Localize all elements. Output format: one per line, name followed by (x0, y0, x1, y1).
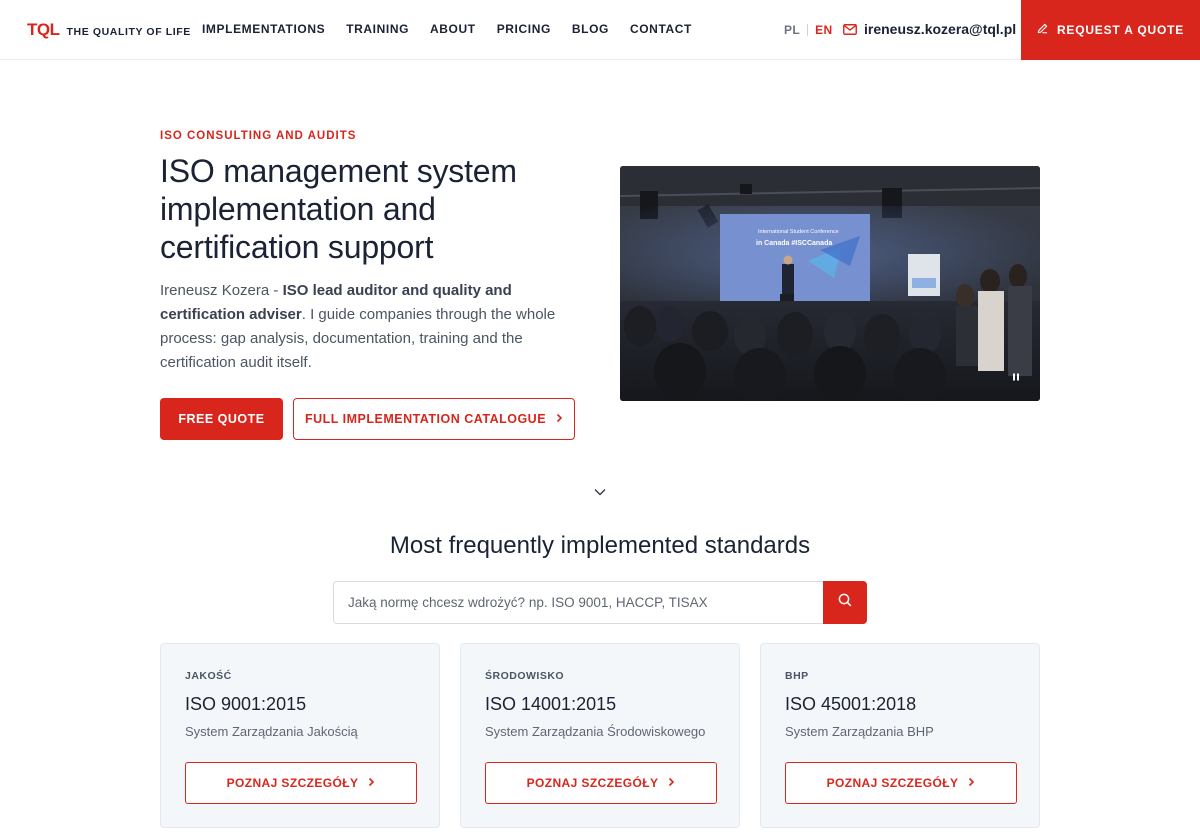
card-category: JAKOŚĆ (185, 670, 232, 682)
implementation-catalogue-button[interactable]: FULL IMPLEMENTATION CATALOGUE (293, 398, 575, 440)
card-details-button[interactable]: POZNAJ SZCZEGÓŁY (185, 762, 417, 804)
lang-en[interactable]: EN (815, 23, 832, 37)
main-nav: IMPLEMENTATIONS TRAINING ABOUT PRICING B… (202, 22, 692, 36)
catalogue-button-label: FULL IMPLEMENTATION CATALOGUE (304, 412, 547, 426)
card-category: ŚRODOWISKO (485, 670, 565, 682)
site-header: TQL THE QUALITY OF LIFE IMPLEMENTATIONS … (0, 0, 1200, 60)
card-details-label: POZNAJ SZCZEGÓŁY (826, 776, 959, 790)
logo[interactable]: TQL THE QUALITY OF LIFE (27, 20, 191, 40)
request-quote-label: REQUEST A QUOTE (1056, 23, 1185, 37)
standard-search-input[interactable] (333, 581, 824, 624)
svg-text:in Canada #ISCCanada: in Canada #ISCCanada (756, 240, 832, 247)
card-description: System Zarządzania Jakością (185, 724, 358, 739)
standard-card-iso9001: JAKOŚĆ ISO 9001:2015 System Zarządzania … (160, 643, 440, 828)
lang-divider (807, 24, 809, 36)
nav-blog[interactable]: BLOG (572, 22, 609, 36)
language-switcher: PL EN (784, 23, 833, 37)
chevron-right-icon (668, 776, 675, 790)
chevron-down-icon (592, 487, 608, 504)
nav-training[interactable]: TRAINING (346, 22, 409, 36)
chevron-right-icon (968, 776, 975, 790)
hero-video[interactable]: International Student Conference in Cana… (620, 166, 1040, 401)
card-description: System Zarządzania Środowiskowego (485, 724, 706, 739)
search-icon (838, 593, 852, 612)
card-standard: ISO 45001:2018 (785, 694, 917, 714)
standard-card-iso45001: BHP ISO 45001:2018 System Zarządzania BH… (760, 643, 1040, 828)
chevron-right-icon (368, 776, 375, 790)
card-details-label: POZNAJ SZCZEGÓŁY (526, 776, 659, 790)
nav-implementations[interactable]: IMPLEMENTATIONS (202, 22, 325, 36)
search-button[interactable] (823, 581, 867, 624)
standard-search (333, 581, 867, 624)
email-link[interactable]: ireneusz.kozera@tql.pl (843, 21, 1016, 37)
standards-title: Most frequently implemented standards (389, 532, 811, 559)
conference-video-frame: International Student Conference in Cana… (620, 166, 1040, 401)
email-address: ireneusz.kozera@tql.pl (864, 21, 1017, 37)
card-details-button[interactable]: POZNAJ SZCZEGÓŁY (785, 762, 1017, 804)
nav-about[interactable]: ABOUT (430, 22, 476, 36)
pause-icon (1012, 368, 1020, 386)
screen-text: International Student Conference (758, 229, 839, 235)
card-standard: ISO 14001:2015 (485, 694, 617, 714)
card-details-label: POZNAJ SZCZEGÓŁY (226, 776, 359, 790)
card-details-button[interactable]: POZNAJ SZCZEGÓŁY (485, 762, 717, 804)
nav-contact[interactable]: CONTACT (630, 22, 692, 36)
logo-mark: TQL (27, 20, 60, 39)
mail-icon (843, 23, 857, 35)
chevron-right-icon (556, 412, 563, 426)
free-quote-button[interactable]: FREE QUOTE (160, 398, 283, 440)
card-category: BHP (785, 670, 809, 682)
pencil-icon (1037, 23, 1048, 37)
logo-tagline: THE QUALITY OF LIFE (66, 26, 191, 38)
hero-desc-name: Ireneusz Kozera - (160, 282, 283, 299)
video-pause-button[interactable] (1006, 367, 1026, 387)
standard-card-iso14001: ŚRODOWISKO ISO 14001:2015 System Zarządz… (460, 643, 740, 828)
hero-eyebrow: ISO CONSULTING AND AUDITS (160, 130, 357, 142)
hero-title: ISO management system implementation and… (160, 153, 517, 265)
scroll-down-button[interactable] (592, 484, 608, 500)
card-standard: ISO 9001:2015 (185, 694, 307, 714)
request-quote-button[interactable]: REQUEST A QUOTE (1021, 0, 1200, 60)
card-description: System Zarządzania BHP (785, 724, 934, 739)
lang-pl[interactable]: PL (784, 23, 800, 37)
hero-description: Ireneusz Kozera - ISO lead auditor and q… (160, 279, 590, 375)
nav-pricing[interactable]: PRICING (497, 22, 551, 36)
